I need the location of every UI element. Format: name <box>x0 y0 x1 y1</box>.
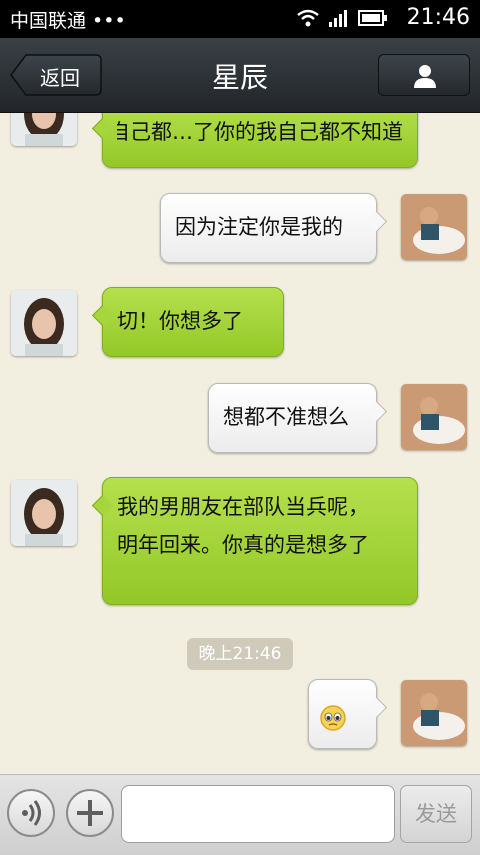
more-options-button[interactable] <box>66 789 114 837</box>
my-avatar[interactable] <box>401 680 467 746</box>
contact-profile-button[interactable] <box>378 54 470 96</box>
wifi-icon <box>297 9 319 27</box>
message-text: 我的男朋友在部队当兵呢，明年回来。你真的是想多了 <box>117 495 369 557</box>
clock: 21:46 <box>406 5 470 30</box>
message-bubble-sent[interactable] <box>308 679 388 749</box>
message-text: 切！你想多了 <box>117 309 243 333</box>
signal-icon <box>329 10 347 27</box>
person-icon <box>414 65 436 88</box>
status-icons <box>296 8 388 28</box>
send-button[interactable]: 发送 <box>400 785 472 843</box>
chat-header: 返回 星辰 <box>0 38 480 113</box>
my-avatar[interactable] <box>401 384 467 450</box>
contact-avatar[interactable] <box>11 480 77 546</box>
voice-input-button[interactable] <box>7 789 55 837</box>
status-bar: 中国联通 ••• 21:46 <box>0 0 480 38</box>
voice-icon <box>22 800 41 826</box>
message-text: 我只…自己都…了你的我自己都不知道 <box>117 120 403 144</box>
message-bubble-sent[interactable]: 想都不准想么 <box>208 383 388 453</box>
contact-avatar[interactable] <box>11 290 77 356</box>
message-bubble-received[interactable]: 切！你想多了 <box>91 287 284 357</box>
message-input[interactable] <box>121 785 395 843</box>
pleading-face-emoji-icon <box>320 705 346 731</box>
message-bubble-sent[interactable]: 因为注定你是我的 <box>160 193 388 263</box>
input-bar: 发送 <box>0 774 480 855</box>
plus-icon <box>77 800 103 826</box>
battery-icon <box>358 10 387 26</box>
my-avatar[interactable] <box>401 194 467 260</box>
message-text: 因为注定你是我的 <box>175 215 343 239</box>
message-text: 想都不准想么 <box>223 405 349 429</box>
carrier-label: 中国联通 ••• <box>10 10 126 32</box>
message-bubble-received[interactable]: 我的男朋友在部队当兵呢，明年回来。你真的是想多了 <box>91 477 418 605</box>
timestamp-pill: 晚上21:46 <box>187 638 293 670</box>
